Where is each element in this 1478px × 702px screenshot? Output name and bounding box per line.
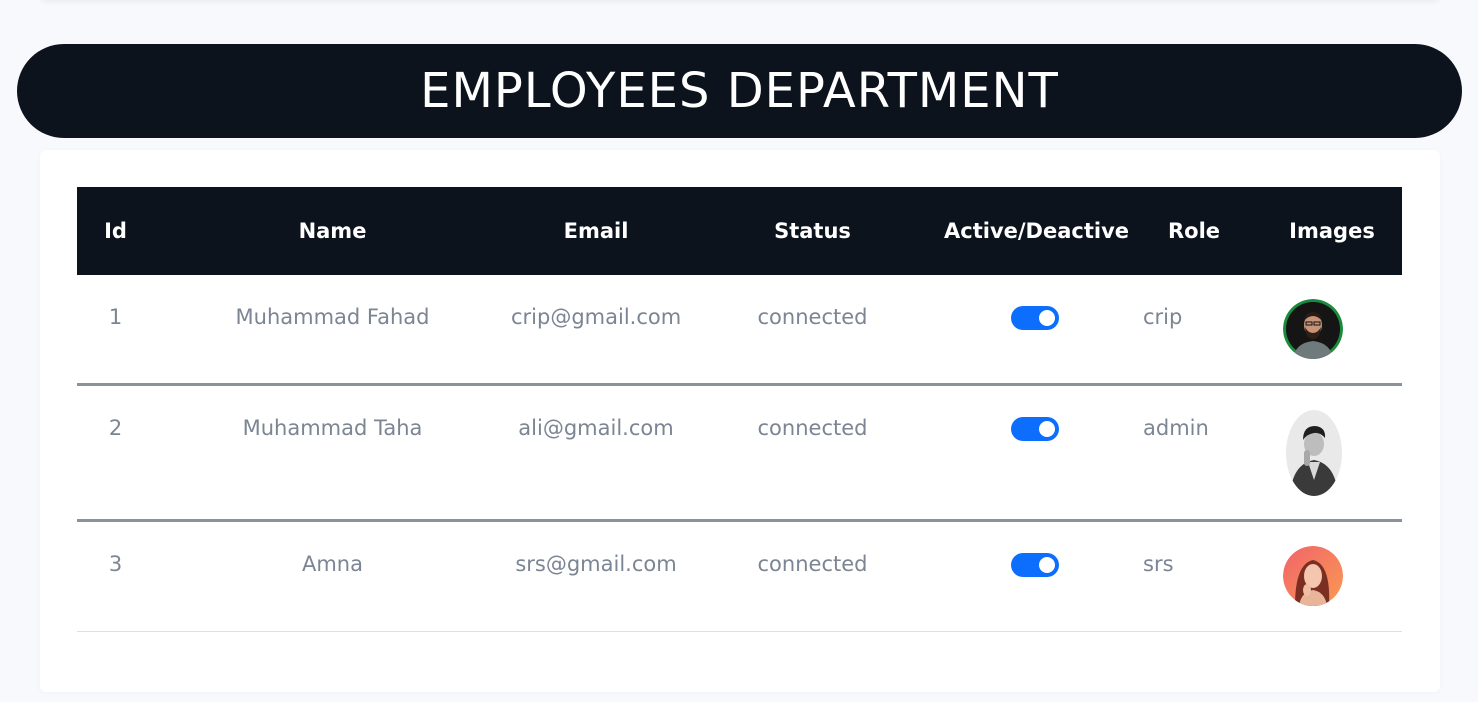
cell-email: crip@gmail.com — [511, 275, 682, 386]
cell-active — [944, 275, 1126, 386]
status-text: connected — [757, 305, 868, 329]
man-with-beard-icon — [1283, 299, 1343, 359]
table-header-row: Id Name Email Status Active/Deactive Rol… — [77, 187, 1402, 275]
cell-image — [1262, 384, 1402, 522]
role-text: srs — [1143, 552, 1174, 576]
id-text: 1 — [108, 305, 123, 329]
role-text: admin — [1143, 416, 1209, 440]
role-text: crip — [1143, 305, 1183, 329]
cell-role: srs — [1126, 520, 1262, 632]
column-header-images: Images — [1289, 219, 1375, 243]
id-text: 2 — [108, 416, 123, 440]
column-header-role: Role — [1167, 219, 1221, 243]
cell-status: connected — [681, 384, 944, 522]
table-row: 3 Amna srs@gmail.com connected srs — [77, 520, 1402, 632]
status-text: connected — [757, 416, 868, 440]
cell-id: 3 — [77, 520, 154, 632]
cell-role: admin — [1126, 384, 1262, 522]
cell-name: Muhammad Fahad — [154, 275, 511, 386]
cell-email: ali@gmail.com — [511, 384, 681, 522]
employee-avatar — [1283, 546, 1343, 606]
cell-active — [944, 384, 1126, 522]
active-toggle[interactable] — [1011, 306, 1059, 330]
toggle-knob — [1039, 557, 1055, 573]
cell-id: 2 — [77, 384, 154, 522]
column-header-email: Email — [563, 219, 629, 243]
man-in-suit-icon — [1286, 410, 1342, 496]
page-title: EMPLOYEES DEPARTMENT — [420, 63, 1059, 119]
table-row: 2 Muhammad Taha ali@gmail.com connected … — [77, 384, 1402, 522]
cell-image — [1262, 275, 1402, 386]
active-toggle[interactable] — [1011, 553, 1059, 577]
cell-active — [944, 520, 1126, 632]
table-row: 1 Muhammad Fahad crip@gmail.com connecte… — [77, 275, 1402, 386]
cell-role: crip — [1126, 275, 1262, 386]
cell-email: srs@gmail.com — [511, 520, 681, 632]
column-header-name: Name — [298, 219, 367, 243]
employees-card: Id Name Email Status Active/Deactive Rol… — [40, 150, 1440, 692]
status-text: connected — [757, 552, 868, 576]
name-text: Amna — [301, 552, 363, 576]
cell-name: Amna — [154, 520, 511, 632]
column-header-active: Active/Deactive — [944, 219, 1130, 243]
id-text: 3 — [108, 552, 123, 576]
name-text: Muhammad Fahad — [235, 305, 430, 329]
email-text: crip@gmail.com — [511, 305, 682, 329]
cell-name: Muhammad Taha — [154, 384, 511, 522]
table-header: Id Name Email Status Active/Deactive Rol… — [77, 187, 1402, 275]
department-banner: EMPLOYEES DEPARTMENT — [17, 44, 1462, 138]
cell-id: 1 — [77, 275, 154, 386]
employees-table: Id Name Email Status Active/Deactive Rol… — [77, 187, 1402, 632]
name-text: Muhammad Taha — [242, 416, 423, 440]
cell-image — [1262, 520, 1402, 632]
woman-icon — [1283, 546, 1343, 606]
email-text: ali@gmail.com — [518, 416, 674, 440]
table-body: 1 Muhammad Fahad crip@gmail.com connecte… — [77, 275, 1402, 632]
employee-avatar — [1283, 299, 1343, 359]
employee-avatar — [1286, 410, 1342, 496]
cell-status: connected — [681, 520, 944, 632]
email-text: srs@gmail.com — [515, 552, 677, 576]
toggle-knob — [1039, 310, 1055, 326]
column-header-status: Status — [774, 219, 851, 243]
toggle-knob — [1039, 421, 1055, 437]
cell-status: connected — [681, 275, 944, 386]
active-toggle[interactable] — [1011, 417, 1059, 441]
column-header-id: Id — [104, 219, 127, 243]
